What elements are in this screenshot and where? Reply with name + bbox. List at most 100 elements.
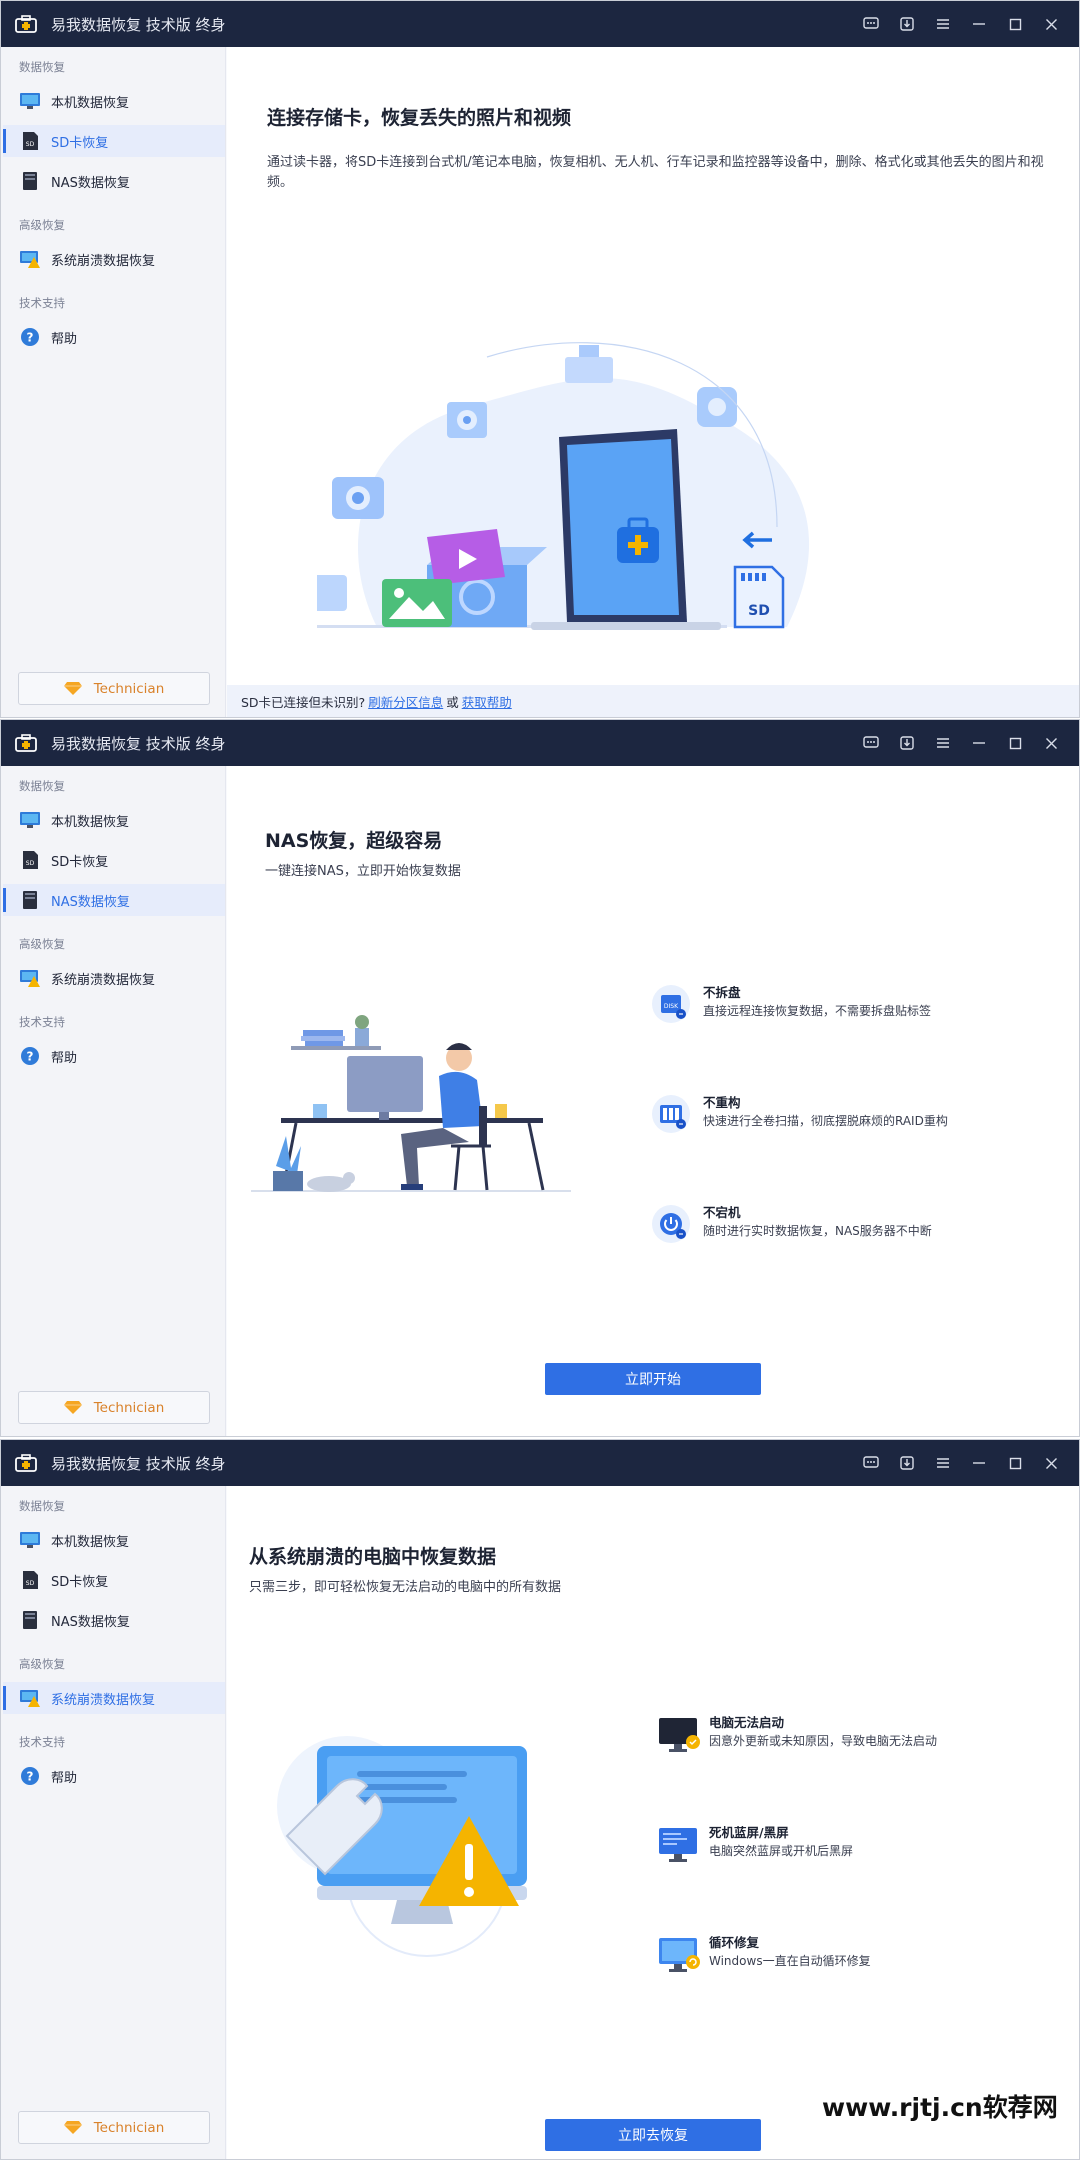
title-bar: 易我数据恢复 技术版 终身 — [1, 720, 1079, 766]
download-icon[interactable] — [889, 1, 925, 47]
feature-desc: Windows一直在自动循环修复 — [709, 1954, 871, 1968]
sidebar: 数据恢复 本机数据恢复 SD SD卡恢复 NAS数据恢复 高级恢复 系统崩溃数据… — [1, 47, 226, 717]
monitor-bluescreen-icon — [657, 1824, 697, 1864]
section-title-advanced: 高级恢复 — [19, 1657, 65, 1671]
svg-text:?: ? — [27, 1050, 34, 1064]
raid-icon — [651, 1094, 691, 1134]
page-title: 从系统崩溃的电脑中恢复数据 — [249, 1546, 497, 1568]
sidebar-item-label: 帮助 — [51, 331, 78, 347]
sd-card-icon: SD — [19, 131, 41, 151]
sd-recovery-illustration: SD — [317, 342, 810, 630]
minimize-icon[interactable] — [961, 1440, 997, 1486]
sd-card-icon: SD — [19, 1570, 41, 1590]
monitor-icon — [19, 1530, 41, 1550]
menu-icon[interactable] — [925, 720, 961, 766]
technician-label: Technician — [93, 680, 165, 697]
refresh-partition-link[interactable]: 刷新分区信息 — [368, 692, 443, 711]
app-logo-icon — [15, 1454, 37, 1472]
technician-button[interactable]: Technician — [18, 1391, 210, 1424]
feedback-icon[interactable] — [853, 1440, 889, 1486]
feature-desc: 电脑突然蓝屏或开机后黑屏 — [709, 1844, 854, 1858]
sidebar-item-help[interactable]: ? 帮助 — [3, 1040, 225, 1072]
sidebar-item-help[interactable]: ? 帮助 — [3, 1760, 225, 1792]
sidebar-item-label: 帮助 — [51, 1770, 78, 1786]
sidebar-item-system-crash[interactable]: 系统崩溃数据恢复 — [3, 962, 225, 994]
close-icon[interactable] — [1033, 720, 1069, 766]
crash-monitor-icon — [19, 1688, 41, 1708]
crash-monitor-icon — [19, 249, 41, 269]
menu-icon[interactable] — [925, 1440, 961, 1486]
sidebar-item-sd-recovery[interactable]: SD SD卡恢复 — [3, 844, 225, 876]
feature-no-disassembly: DISK 不拆盘 直接远程连接恢复数据，不需要拆盘贴标签 — [651, 980, 1011, 1032]
maximize-icon[interactable] — [997, 720, 1033, 766]
page-title: 连接存储卡，恢复丢失的照片和视频 — [267, 107, 572, 129]
app-title: 易我数据恢复 技术版 终身 — [51, 734, 226, 753]
power-icon — [651, 1204, 691, 1244]
maximize-icon[interactable] — [997, 1440, 1033, 1486]
sidebar-item-sd-recovery[interactable]: SD SD卡恢复 — [3, 1564, 225, 1596]
feature-title: 不宕机 — [703, 1205, 741, 1220]
technician-label: Technician — [93, 2119, 165, 2136]
feature-no-downtime: 不宕机 随时进行实时数据恢复，NAS服务器不中断 — [651, 1200, 1011, 1252]
window-nas-recovery: 易我数据恢复 技术版 终身 数据恢复 本机数据恢复 SD SD卡恢复 NAS数据… — [0, 719, 1080, 1437]
system-crash-illustration — [277, 1736, 527, 1957]
get-help-link[interactable]: 获取帮助 — [462, 692, 512, 711]
start-now-button[interactable]: 立即开始 — [545, 1363, 761, 1395]
status-bar: SD卡已连接但未识别? 刷新分区信息 或 获取帮助 — [227, 685, 1079, 717]
minimize-icon[interactable] — [961, 720, 997, 766]
recover-now-button[interactable]: 立即去恢复 — [545, 2119, 761, 2151]
help-icon: ? — [19, 1046, 41, 1066]
sidebar-item-sd-recovery[interactable]: SD SD卡恢复 — [3, 125, 225, 157]
feature-desc: 直接远程连接恢复数据，不需要拆盘贴标签 — [703, 1004, 932, 1018]
section-title-support: 技术支持 — [19, 296, 65, 310]
app-logo-icon — [15, 15, 37, 33]
window-sd-recovery: 易我数据恢复 技术版 终身 数据恢复 本机数据恢复 SD SD卡恢复 NAS数据… — [0, 0, 1080, 718]
monitor-loop-icon — [657, 1934, 700, 1974]
maximize-icon[interactable] — [997, 1, 1033, 47]
monitor-icon — [19, 810, 41, 830]
title-bar: 易我数据恢复 技术版 终身 — [1, 1440, 1079, 1486]
section-title-data-recovery: 数据恢复 — [19, 1499, 65, 1513]
sidebar-item-nas-recovery[interactable]: NAS数据恢复 — [3, 884, 225, 916]
main-content: NAS恢复，超级容易 一键连接NAS，立即开始恢复数据 DISK 不拆盘 直接远… — [227, 766, 1079, 1436]
sidebar-item-local-recovery[interactable]: 本机数据恢复 — [3, 85, 225, 117]
minimize-icon[interactable] — [961, 1, 997, 47]
section-title-data-recovery: 数据恢复 — [19, 779, 65, 793]
close-icon[interactable] — [1033, 1440, 1069, 1486]
download-icon[interactable] — [889, 1440, 925, 1486]
disk-icon: DISK — [651, 984, 691, 1024]
sidebar-item-nas-recovery[interactable]: NAS数据恢复 — [3, 1604, 225, 1636]
feedback-icon[interactable] — [853, 1, 889, 47]
feature-title: 不拆盘 — [703, 985, 741, 1000]
help-icon: ? — [19, 1766, 41, 1786]
section-title-support: 技术支持 — [19, 1015, 65, 1029]
feedback-icon[interactable] — [853, 720, 889, 766]
menu-icon[interactable] — [925, 1, 961, 47]
technician-label: Technician — [93, 1399, 165, 1416]
sidebar-item-label: NAS数据恢复 — [51, 1614, 130, 1630]
section-title-data-recovery: 数据恢复 — [19, 60, 65, 74]
technician-button[interactable]: Technician — [18, 672, 210, 705]
svg-text:?: ? — [27, 1770, 34, 1784]
feature-title: 不重构 — [703, 1095, 741, 1110]
feature-repair-loop: 循环修复 Windows一直在自动循环修复 — [657, 1930, 1017, 1982]
sidebar-item-nas-recovery[interactable]: NAS数据恢复 — [3, 165, 225, 197]
sd-card-text: SD — [748, 603, 770, 619]
status-text: SD卡已连接但未识别? — [241, 694, 366, 710]
feature-title: 死机蓝屏/黑屏 — [709, 1825, 789, 1840]
technician-button[interactable]: Technician — [18, 2111, 210, 2144]
feature-blue-black-screen: 死机蓝屏/黑屏 电脑突然蓝屏或开机后黑屏 — [657, 1820, 1017, 1872]
crash-monitor-icon — [19, 968, 41, 988]
sidebar-item-system-crash[interactable]: 系统崩溃数据恢复 — [3, 1682, 225, 1714]
download-icon[interactable] — [889, 720, 925, 766]
svg-text:SD: SD — [26, 141, 35, 148]
close-icon[interactable] — [1033, 1, 1069, 47]
sidebar-item-system-crash[interactable]: 系统崩溃数据恢复 — [3, 243, 225, 275]
sidebar-item-local-recovery[interactable]: 本机数据恢复 — [3, 1524, 225, 1556]
sidebar-item-label: 系统崩溃数据恢复 — [51, 1692, 156, 1708]
diamond-icon — [63, 1401, 82, 1414]
sidebar-item-help[interactable]: ? 帮助 — [3, 321, 225, 353]
sidebar-item-local-recovery[interactable]: 本机数据恢复 — [3, 804, 225, 836]
page-subtitle: 一键连接NAS，立即开始恢复数据 — [265, 864, 461, 879]
feature-title: 循环修复 — [709, 1935, 760, 1950]
